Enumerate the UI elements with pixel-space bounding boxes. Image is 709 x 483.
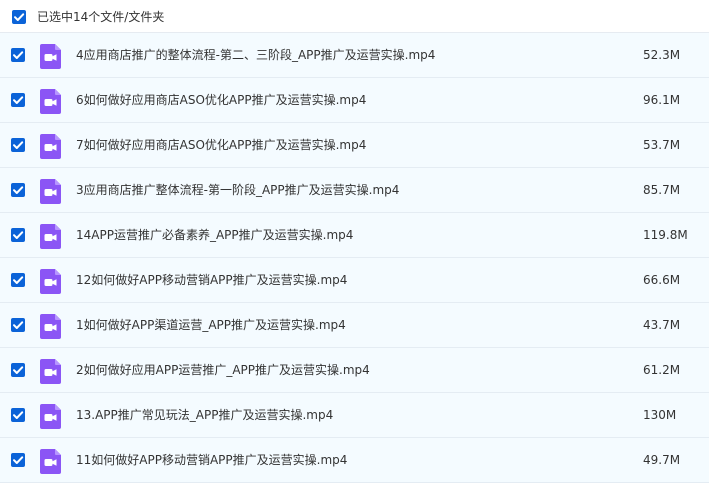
video-file-icon — [40, 179, 61, 204]
file-size: 119.8M — [643, 228, 688, 242]
file-name[interactable]: 7如何做好应用商店ASO优化APP推广及运营实操.mp4 — [76, 137, 366, 153]
checkmark-icon — [13, 456, 24, 464]
file-checkbox[interactable] — [11, 318, 25, 332]
file-checkbox[interactable] — [11, 183, 25, 197]
file-size: 85.7M — [643, 183, 681, 197]
selection-header: 已选中14个文件/文件夹 — [0, 0, 709, 33]
video-file-icon — [40, 44, 61, 69]
checkmark-icon — [13, 411, 24, 419]
file-row[interactable]: 14APP运营推广必备素养_APP推广及运营实操.mp4 119.8M — [0, 213, 709, 258]
video-file-icon — [40, 224, 61, 249]
file-row[interactable]: 7如何做好应用商店ASO优化APP推广及运营实操.mp4 53.7M — [0, 123, 709, 168]
checkmark-icon — [13, 141, 24, 149]
checkmark-icon — [13, 366, 24, 374]
file-name[interactable]: 1如何做好APP渠道运营_APP推广及运营实操.mp4 — [76, 317, 346, 333]
video-file-icon — [40, 314, 61, 339]
file-checkbox[interactable] — [11, 453, 25, 467]
file-name[interactable]: 13.APP推广常见玩法_APP推广及运营实操.mp4 — [76, 407, 333, 423]
file-row[interactable]: 2如何做好应用APP运营推广_APP推广及运营实操.mp4 61.2M — [0, 348, 709, 393]
file-size: 66.6M — [643, 273, 681, 287]
file-row[interactable]: 11如何做好APP移动营销APP推广及运营实操.mp4 49.7M — [0, 438, 709, 483]
checkmark-icon — [13, 51, 24, 59]
video-file-icon — [40, 404, 61, 429]
file-name[interactable]: 2如何做好应用APP运营推广_APP推广及运营实操.mp4 — [76, 362, 370, 378]
file-row[interactable]: 13.APP推广常见玩法_APP推广及运营实操.mp4 130M — [0, 393, 709, 438]
file-size: 96.1M — [643, 93, 681, 107]
file-name[interactable]: 12如何做好APP移动营销APP推广及运营实操.mp4 — [76, 272, 347, 288]
file-name[interactable]: 3应用商店推广整体流程-第一阶段_APP推广及运营实操.mp4 — [76, 182, 399, 198]
video-file-icon — [40, 89, 61, 114]
checkmark-icon — [14, 13, 25, 21]
checkmark-icon — [13, 96, 24, 104]
file-row[interactable]: 6如何做好应用商店ASO优化APP推广及运营实操.mp4 96.1M — [0, 78, 709, 123]
file-row[interactable]: 1如何做好APP渠道运营_APP推广及运营实操.mp4 43.7M — [0, 303, 709, 348]
file-size: 130M — [643, 408, 677, 422]
checkmark-icon — [13, 276, 24, 284]
select-all-checkbox[interactable] — [12, 10, 26, 24]
file-size: 61.2M — [643, 363, 681, 377]
file-size: 53.7M — [643, 138, 681, 152]
video-file-icon — [40, 134, 61, 159]
file-size: 43.7M — [643, 318, 681, 332]
selection-count-label: 已选中14个文件/文件夹 — [37, 10, 165, 24]
video-file-icon — [40, 449, 61, 474]
checkmark-icon — [13, 321, 24, 329]
file-name[interactable]: 11如何做好APP移动营销APP推广及运营实操.mp4 — [76, 452, 347, 468]
video-file-icon — [40, 269, 61, 294]
checkmark-icon — [13, 231, 24, 239]
file-size: 52.3M — [643, 48, 681, 62]
file-checkbox[interactable] — [11, 363, 25, 377]
file-checkbox[interactable] — [11, 93, 25, 107]
file-checkbox[interactable] — [11, 273, 25, 287]
file-row[interactable]: 4应用商店推广的整体流程-第二、三阶段_APP推广及运营实操.mp4 52.3M — [0, 33, 709, 78]
file-name[interactable]: 6如何做好应用商店ASO优化APP推广及运营实操.mp4 — [76, 92, 366, 108]
video-file-icon — [40, 359, 61, 384]
file-checkbox[interactable] — [11, 228, 25, 242]
file-list: 4应用商店推广的整体流程-第二、三阶段_APP推广及运营实操.mp4 52.3M… — [0, 33, 709, 483]
file-checkbox[interactable] — [11, 138, 25, 152]
file-row[interactable]: 3应用商店推广整体流程-第一阶段_APP推广及运营实操.mp4 85.7M — [0, 168, 709, 213]
checkmark-icon — [13, 186, 24, 194]
file-row[interactable]: 12如何做好APP移动营销APP推广及运营实操.mp4 66.6M — [0, 258, 709, 303]
file-size: 49.7M — [643, 453, 681, 467]
file-checkbox[interactable] — [11, 48, 25, 62]
file-name[interactable]: 14APP运营推广必备素养_APP推广及运营实操.mp4 — [76, 227, 353, 243]
file-checkbox[interactable] — [11, 408, 25, 422]
file-name[interactable]: 4应用商店推广的整体流程-第二、三阶段_APP推广及运营实操.mp4 — [76, 47, 435, 63]
